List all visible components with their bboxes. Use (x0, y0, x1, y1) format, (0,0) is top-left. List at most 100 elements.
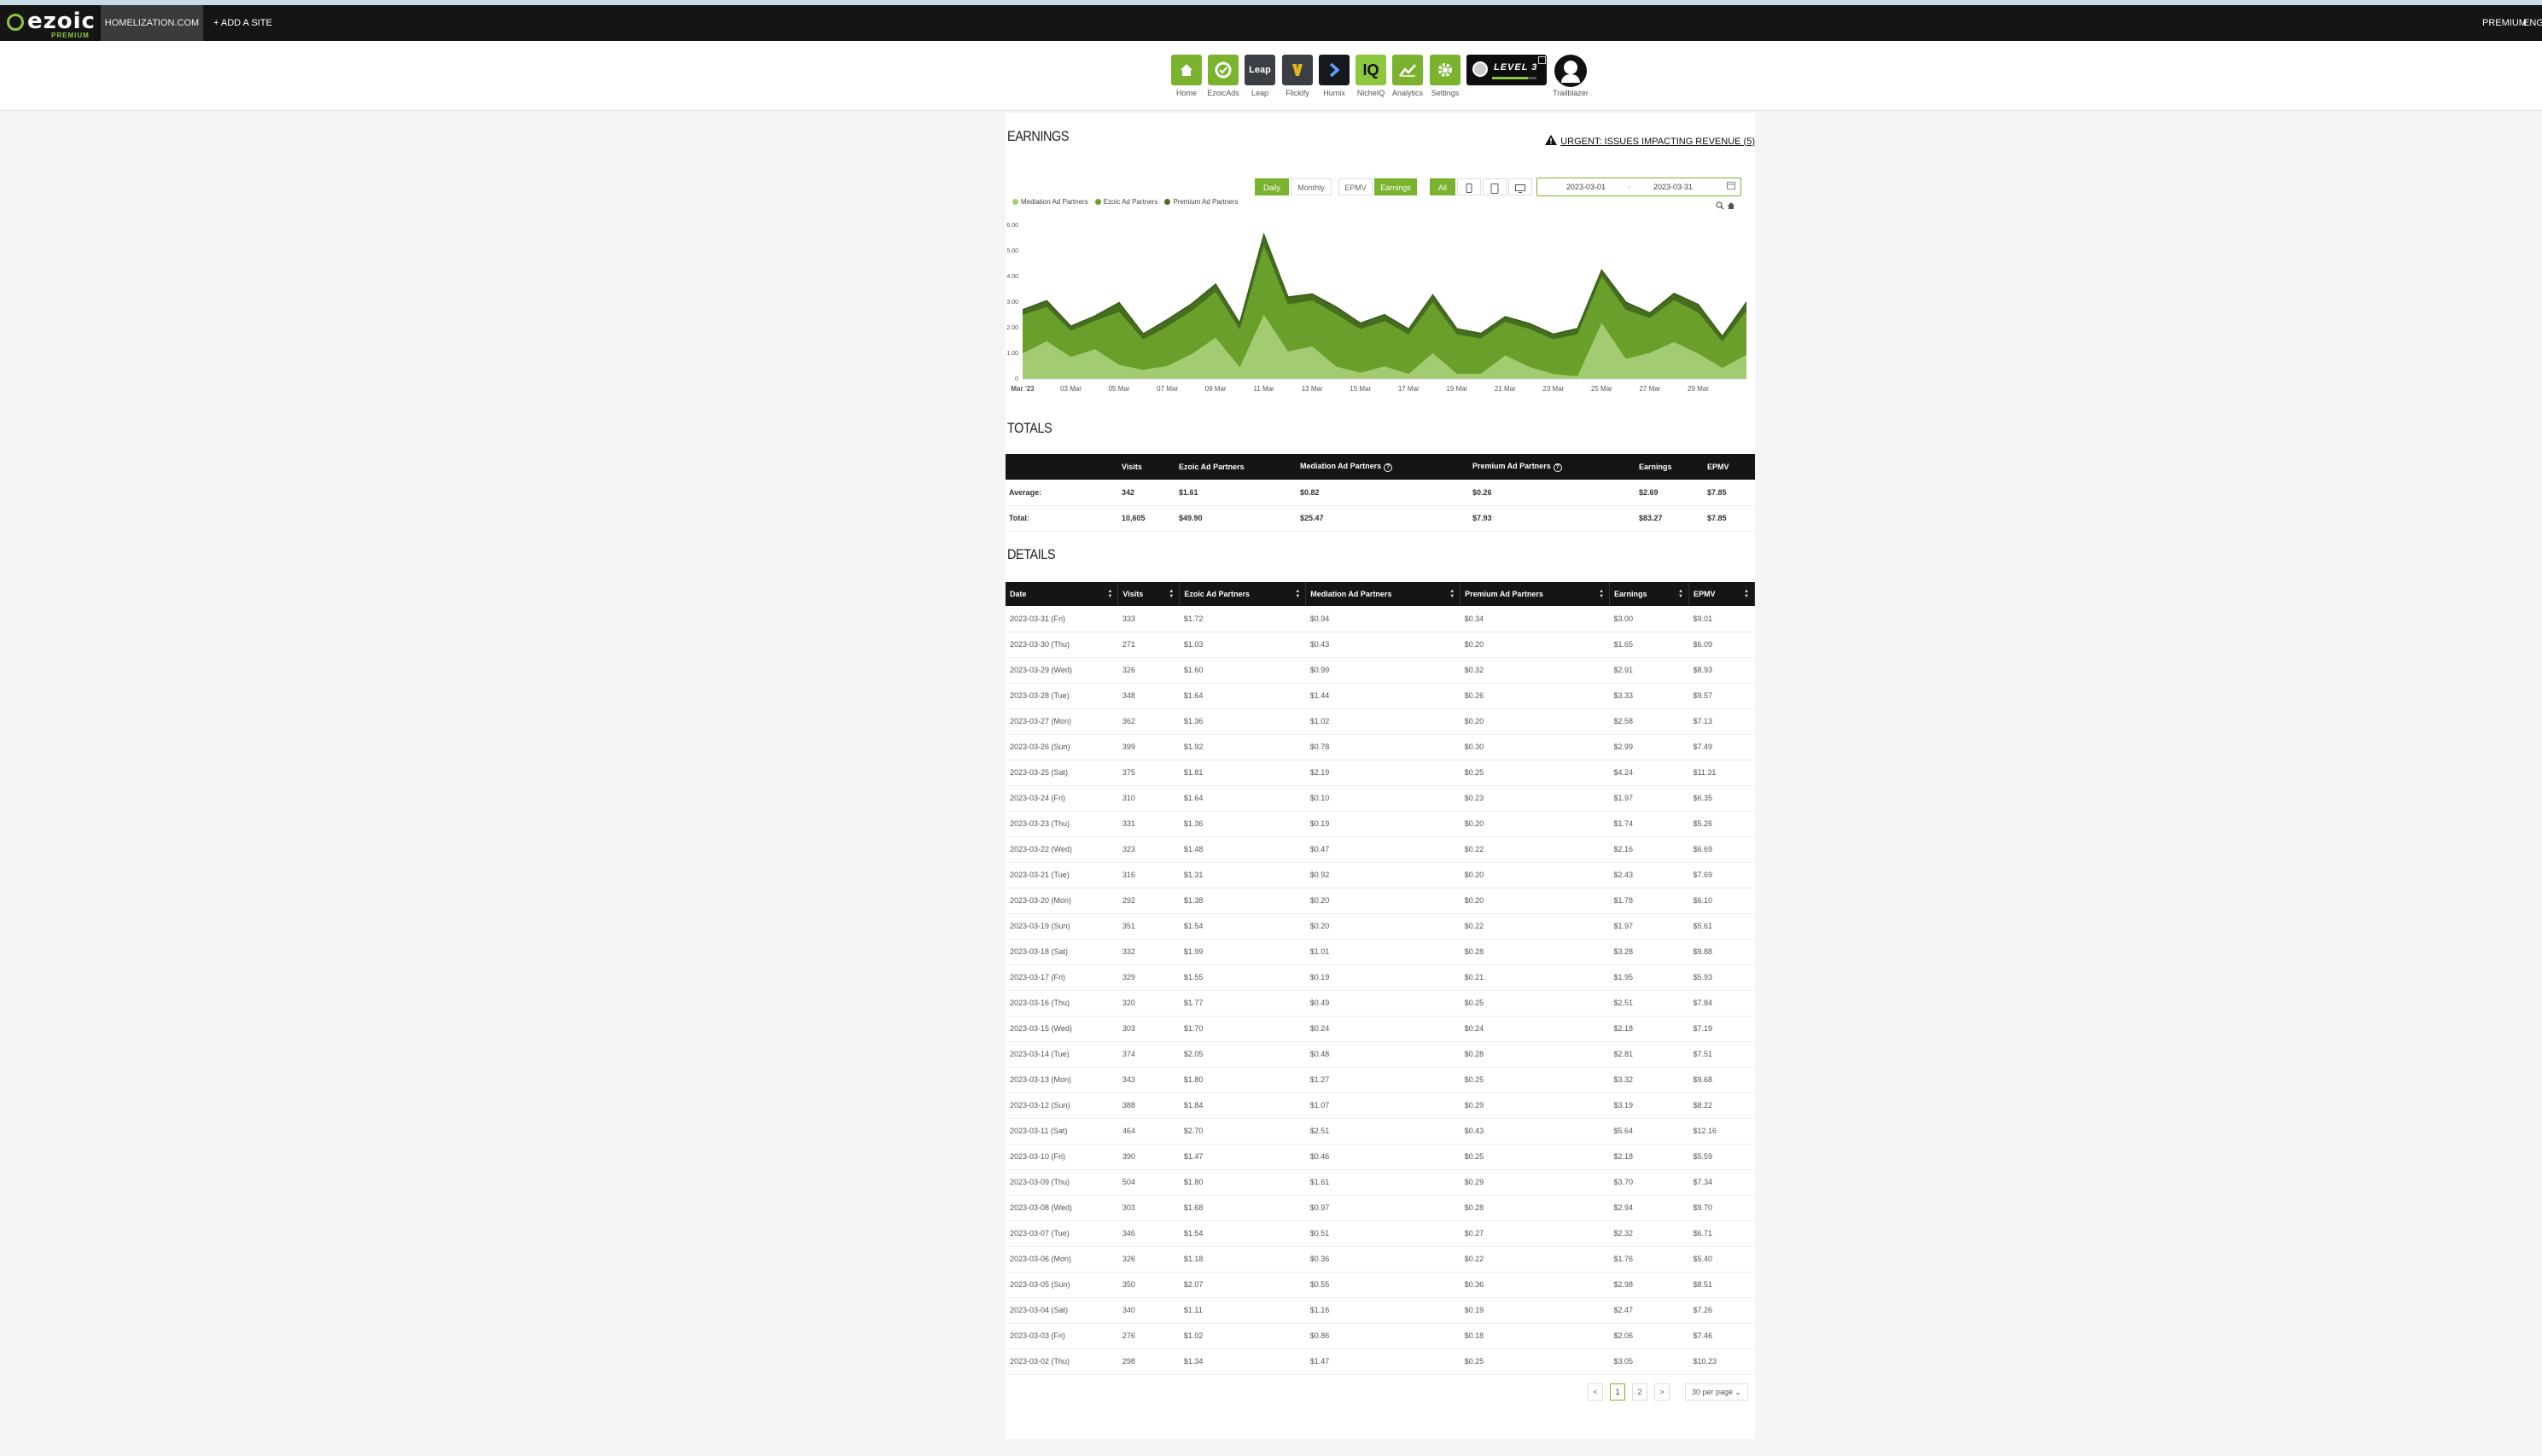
table-cell: $1.31 (1179, 862, 1306, 888)
sort-icon[interactable]: ▲ ▼ (1107, 589, 1112, 599)
sort-icon[interactable]: ▲ ▼ (1744, 589, 1749, 599)
desktop-device-button[interactable] (1508, 178, 1532, 195)
site-tab[interactable]: HOMELIZATION.COM (101, 5, 203, 41)
table-cell: $1.76 (1609, 1246, 1689, 1273)
table-cell: $2.43 (1609, 862, 1689, 888)
language-selector[interactable]: ENGL (2523, 5, 2542, 41)
table-cell: 2023-03-16 (Thu) (1006, 990, 1118, 1016)
premium-link[interactable]: PREMIUM (2482, 5, 2527, 41)
table-cell: $2.18 (1609, 1144, 1689, 1170)
legend-label: Mediation Ad Partners (1021, 198, 1088, 206)
column-header[interactable]: Premium Ad Partners ▲ ▼ (1460, 582, 1611, 606)
logo-subtitle: PREMIUM (51, 32, 90, 39)
table-cell: $4.24 (1609, 760, 1689, 786)
ezoic-logo[interactable]: ezoic PREMIUM (7, 9, 96, 39)
table-cell: $49.90 (1175, 505, 1297, 532)
prev-page-button[interactable]: < (1588, 1383, 1603, 1401)
main-content: EARNINGS URGENT: ISSUES IMPACTING REVENU… (1006, 113, 1756, 1439)
legend-dot (1012, 199, 1018, 205)
sort-icon[interactable]: ▲ ▼ (1169, 589, 1174, 599)
table-cell: $2.19 (1305, 760, 1460, 786)
y-tick-label: 4.00 (1006, 274, 1018, 280)
table-row: 2023-03-24 (Fri) 310 $1.64 $0.10 $0.23 $1.97 $… (1006, 785, 1755, 812)
page-button-1[interactable]: 1 (1610, 1383, 1625, 1401)
table-cell: $0.27 (1460, 1220, 1610, 1247)
table-cell: $0.19 (1305, 964, 1460, 991)
daily-button[interactable]: Daily (1255, 178, 1289, 195)
table-cell: $1.34 (1179, 1348, 1306, 1375)
column-header[interactable]: Mediation Ad Partners ▲ ▼ (1305, 582, 1461, 606)
date-range-picker[interactable]: 2023-03-01 - 2023-03-31 (1536, 178, 1741, 196)
app-leap[interactable]: Leap Leap (1243, 55, 1277, 97)
earnings-chart[interactable]: 0 1.00 2.00 3.00 4.00 5.00 6.00 Mar '23 03 Mar 05… (1006, 215, 1755, 428)
app-flickify[interactable]: Flickify (1280, 55, 1315, 97)
app-settings[interactable]: Settings (1428, 55, 1462, 97)
legend-label: Premium Ad Partners (1173, 198, 1239, 206)
zoom-icon[interactable] (1716, 199, 1724, 214)
table-cell: $1.97 (1609, 913, 1689, 940)
legend-item[interactable]: Ezoic Ad Partners (1094, 198, 1157, 206)
column-header[interactable]: Date ▲ ▼ (1006, 582, 1119, 606)
mobile-device-button[interactable] (1457, 178, 1481, 195)
help-icon[interactable]: ? (1553, 463, 1562, 472)
trailblazer-profile[interactable]: Trailblazer (1550, 55, 1591, 97)
legend-item[interactable]: Premium Ad Partners (1164, 198, 1238, 206)
date-from[interactable]: 2023-03-01 (1566, 183, 1606, 191)
app-analytics[interactable]: Analytics (1391, 55, 1425, 97)
sort-icon[interactable]: ▲ ▼ (1295, 589, 1300, 599)
urgent-issues-link[interactable]: URGENT: ISSUES IMPACTING REVENUE (5) (1545, 135, 1755, 148)
table-cell: $7.34 (1688, 1169, 1755, 1196)
column-header[interactable]: Visits ▲ ▼ (1117, 582, 1181, 606)
legend-item[interactable]: Mediation Ad Partners (1012, 198, 1088, 206)
table-row: 2023-03-26 (Sun) 399 $1.92 $0.78 $0.30 $2.99 $… (1006, 734, 1755, 760)
table-cell: 2023-03-17 (Fri) (1006, 964, 1118, 991)
sort-icon[interactable]: ▲ ▼ (1449, 589, 1455, 599)
next-page-button[interactable]: > (1654, 1383, 1670, 1401)
table-cell: $0.20 (1460, 632, 1610, 658)
date-to[interactable]: 2023-03-31 (1653, 183, 1693, 191)
app-label: EzoicAds (1207, 89, 1239, 97)
table-cell: $0.55 (1305, 1272, 1460, 1298)
table-cell: $2.70 (1179, 1118, 1306, 1144)
app-ezoicads[interactable]: EzoicAds (1206, 55, 1240, 97)
table-cell: 346 (1117, 1220, 1180, 1247)
epmv-button[interactable]: EPMV (1338, 178, 1373, 195)
avatar (1554, 55, 1587, 87)
table-cell: 2023-03-03 (Fri) (1006, 1323, 1118, 1349)
app-home[interactable]: Home (1169, 55, 1204, 97)
column-header[interactable]: Earnings ▲ ▼ (1609, 582, 1689, 606)
level-progress-bar (1492, 77, 1536, 79)
table-cell: 2023-03-14 (Tue) (1006, 1041, 1118, 1068)
column-header[interactable]: EPMV ▲ ▼ (1688, 582, 1756, 606)
add-site-link[interactable]: + ADD A SITE (213, 5, 272, 41)
table-row: 2023-03-06 (Mon) 326 $1.18 $0.36 $0.22 $1.76 $… (1006, 1246, 1755, 1273)
table-cell: 2023-03-25 (Sat) (1006, 760, 1118, 786)
help-icon[interactable]: ? (1384, 463, 1393, 472)
table-cell: $1.03 (1179, 632, 1306, 658)
table-cell: $3.05 (1609, 1348, 1689, 1375)
app-nicheiq[interactable]: IQ NicheIQ (1354, 55, 1388, 97)
earnings-button[interactable]: Earnings (1374, 178, 1417, 195)
sort-icon[interactable]: ▲ ▼ (1599, 589, 1604, 599)
table-cell: 375 (1117, 760, 1180, 786)
table-cell: $5.40 (1688, 1246, 1755, 1273)
calendar-icon[interactable] (1727, 181, 1735, 191)
page-button-2[interactable]: 2 (1632, 1383, 1647, 1401)
per-page-select[interactable]: 30 per page ⌄ (1685, 1383, 1748, 1401)
top-navbar: ezoic PREMIUM HOMELIZATION.COM + ADD A S… (0, 5, 2542, 41)
level-badge[interactable]: LEVEL 3 (1466, 55, 1547, 85)
table-cell: $7.13 (1688, 708, 1755, 735)
x-tick-label: 29 Mar (1688, 385, 1709, 393)
column-header-label: EPMV (1693, 590, 1716, 598)
app-humix[interactable]: Humix (1317, 55, 1351, 97)
tablet-device-button[interactable] (1483, 178, 1507, 195)
table-cell: $0.28 (1460, 1041, 1610, 1068)
sort-icon[interactable]: ▲ ▼ (1678, 589, 1683, 599)
column-header[interactable]: Ezoic Ad Partners ▲ ▼ (1179, 582, 1307, 606)
all-devices-button[interactable]: All (1430, 178, 1455, 195)
monthly-button[interactable]: Monthly (1291, 178, 1332, 195)
reset-zoom-home-icon[interactable] (1727, 199, 1735, 214)
details-table: Date ▲ ▼ Visits ▲ ▼ Ezoic Ad Partners ▲ ▼ Mediati… (1006, 582, 1756, 1375)
table-cell: $0.22 (1460, 913, 1610, 940)
table-cell: $0.29 (1460, 1092, 1610, 1119)
